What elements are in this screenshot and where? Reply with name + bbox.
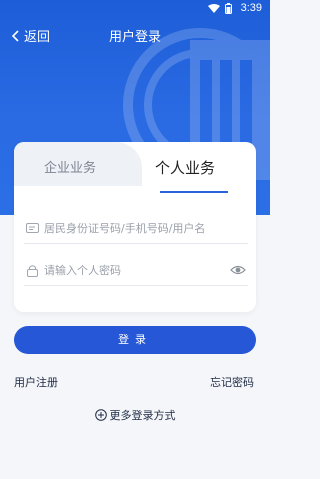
status-time: 3:39 — [240, 2, 262, 14]
password-placeholder: 请输入个人密码 — [44, 264, 121, 277]
id-card-icon — [24, 220, 40, 236]
status-bar: 3:39 — [0, 0, 270, 18]
page-title: 用户登录 — [108, 30, 161, 45]
tab-enterprise-label: 企业业务 — [44, 161, 97, 176]
plus-circle-icon — [94, 409, 107, 421]
username-placeholder: 居民身份证号码/手机号码/用户名 — [44, 222, 206, 235]
login-button[interactable]: 登录 — [14, 326, 256, 354]
login-card: 企业业务 个人业务 居民身份证号码/手机号码/用户名 请输入个人密码 — [14, 142, 256, 312]
status-icons — [208, 3, 232, 14]
eye-icon[interactable] — [230, 262, 246, 278]
tab-personal[interactable]: 个人业务 — [136, 142, 256, 196]
tab-enterprise[interactable]: 企业业务 — [14, 142, 142, 186]
more-login-options[interactable]: 更多登录方式 — [0, 407, 270, 423]
nav-bar: 返回 用户登录 — [0, 22, 270, 48]
username-field[interactable]: 居民身份证号码/手机号码/用户名 — [24, 213, 248, 244]
wifi-icon — [208, 3, 220, 13]
active-tab-indicator — [160, 191, 228, 193]
forgot-password-link[interactable]: 忘记密码 — [210, 374, 254, 390]
password-field[interactable]: 请输入个人密码 — [24, 255, 248, 286]
more-login-label: 更多登录方式 — [109, 409, 176, 422]
battery-icon — [225, 3, 232, 14]
tab-personal-label: 个人业务 — [155, 159, 216, 177]
lock-icon — [24, 262, 40, 278]
register-link[interactable]: 用户注册 — [14, 374, 58, 390]
